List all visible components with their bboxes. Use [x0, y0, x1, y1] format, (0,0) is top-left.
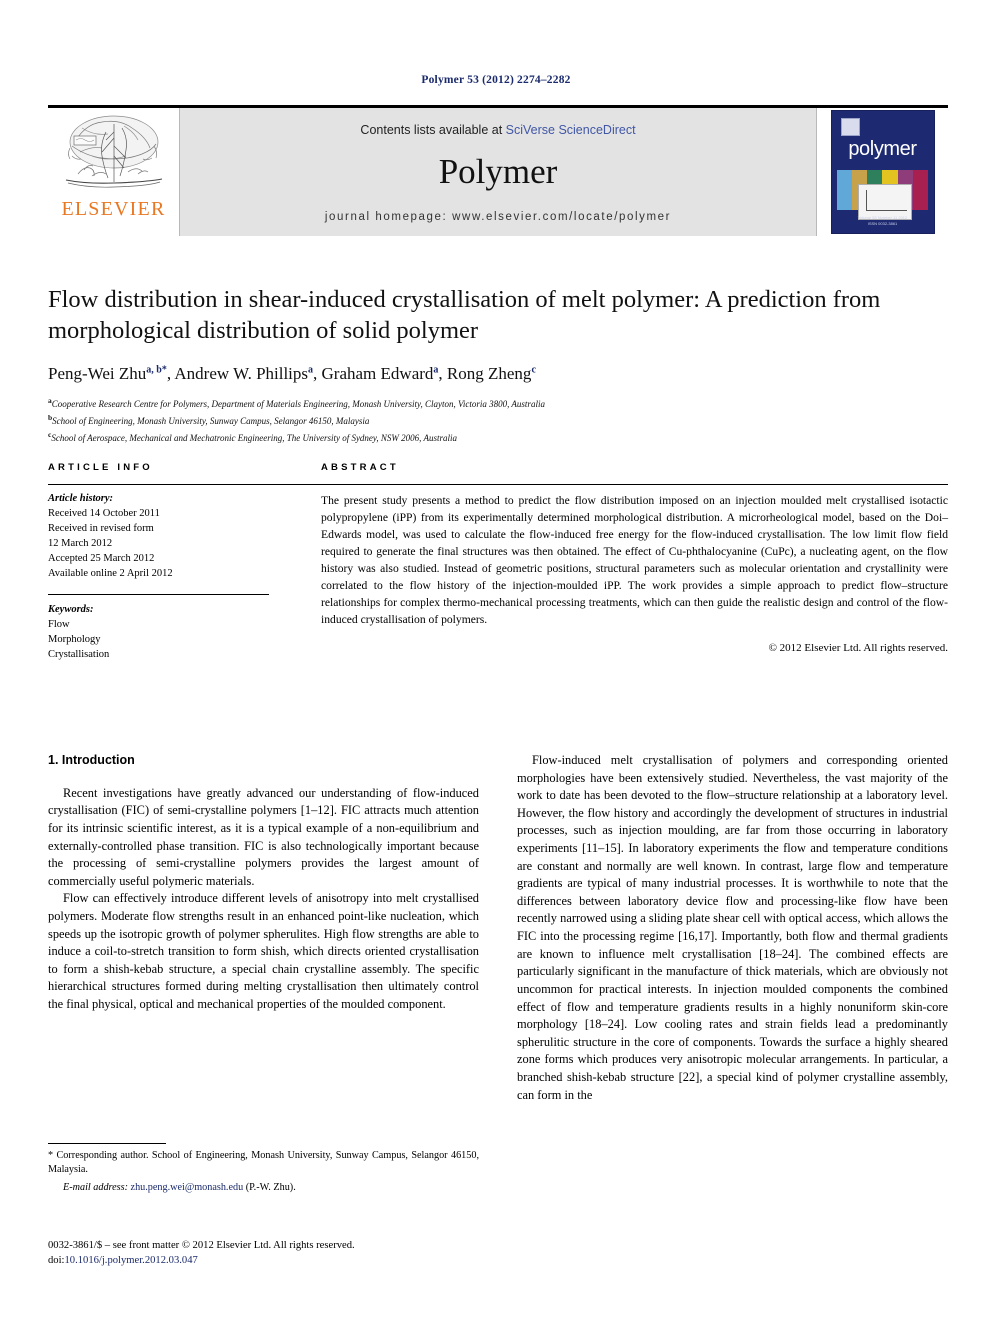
article-info-heading: ARTICLE INFO	[48, 462, 153, 473]
abstract-copyright: © 2012 Elsevier Ltd. All rights reserved…	[768, 642, 948, 655]
keywords-label: Keywords:	[48, 604, 94, 616]
cover-publisher-badge	[840, 118, 860, 136]
journal-homepage-link[interactable]: journal homepage: www.elsevier.com/locat…	[325, 211, 671, 223]
email-label: E-mail address:	[63, 1181, 128, 1193]
footnote-marker: *	[48, 1150, 54, 1161]
history-item: 12 March 2012	[48, 537, 113, 549]
section-heading-introduction: 1. Introduction	[48, 753, 135, 767]
author-name: Rong Zheng	[446, 363, 532, 383]
abstract-heading: ABSTRACT	[321, 462, 399, 473]
keyword-item: Flow	[48, 619, 70, 631]
cover-swatch	[836, 170, 852, 210]
doi-label: doi:	[48, 1255, 65, 1267]
info-abstract-body: Article history: Received 14 October 201…	[48, 484, 948, 663]
history-item: Accepted 25 March 2012	[48, 552, 155, 564]
contents-available-line: Contents lists available at SciVerse Sci…	[360, 123, 635, 137]
body-column-left: 1. Introduction Recent investigations ha…	[48, 752, 479, 1104]
doi-link[interactable]: 10.1016/j.polymer.2012.03.047	[64, 1255, 197, 1266]
corresponding-author-mark: *	[161, 364, 167, 376]
history-item: Received 14 October 2011	[48, 507, 160, 519]
info-abstract-block: ARTICLE INFO ABSTRACT Article history: R…	[48, 462, 948, 663]
page-footer: 0032-3861/$ – see front matter © 2012 El…	[48, 1238, 548, 1269]
footnote-divider	[48, 1143, 166, 1144]
page-title: Flow distribution in shear-induced cryst…	[48, 286, 881, 344]
contents-prefix: Contents lists available at	[360, 123, 506, 137]
affiliation-item: aCooperative Research Centre for Polymer…	[48, 395, 948, 412]
journal-cover-thumbnail: polymer Volume 53 Number 11 2012 ISSN 00…	[817, 108, 948, 236]
author-list: Peng-Wei Zhua, b*, Andrew W. Phillipsa, …	[48, 363, 536, 383]
author-affiliation-mark: c	[531, 364, 536, 376]
affiliation-text: School of Engineering, Monash University…	[52, 415, 370, 426]
running-head: Polymer 53 (2012) 2274–2282	[421, 74, 571, 86]
masthead-center: Contents lists available at SciVerse Sci…	[179, 108, 817, 236]
footnote-body: Corresponding author. School of Engineer…	[48, 1150, 480, 1176]
cover-issn-line: ISSN 0032-3861	[867, 221, 898, 226]
title-block: Flow distribution in shear-induced cryst…	[48, 285, 948, 446]
cover-image: polymer Volume 53 Number 11 2012 ISSN 00…	[830, 110, 935, 234]
footnote-text: * Corresponding author. School of Engine…	[48, 1149, 479, 1178]
body-column-right: Flow-induced melt crystallisation of pol…	[517, 752, 948, 1104]
cover-title: polymer	[848, 138, 917, 160]
author-affiliation-mark: a	[308, 364, 314, 376]
sciencedirect-link[interactable]: SciVerse ScienceDirect	[506, 123, 636, 137]
cover-footer: Volume 53 Number 11 2012 ISSN 0032-3861	[832, 215, 934, 227]
author-name: Graham Edward	[321, 363, 434, 383]
info-abstract-headings: ARTICLE INFO ABSTRACT	[48, 462, 948, 473]
email-link[interactable]: zhu.peng.wei@monash.edu	[131, 1182, 244, 1193]
author-name: Peng-Wei Zhu	[48, 363, 147, 383]
cover-swatch	[913, 170, 929, 210]
paragraph: Flow-induced melt crystallisation of pol…	[517, 753, 948, 1102]
abstract-text: The present study presents a method to p…	[321, 494, 948, 627]
keyword-item: Crystallisation	[48, 649, 110, 661]
keyword-item: Morphology	[48, 634, 101, 646]
affiliation-list: aCooperative Research Centre for Polymer…	[48, 395, 948, 446]
footnote-email-line: E-mail address: zhu.peng.wei@monash.edu …	[48, 1181, 479, 1195]
doi-line: doi:10.1016/j.polymer.2012.03.047	[48, 1253, 548, 1268]
history-item: Received in revised form	[48, 522, 154, 534]
elsevier-tree-icon	[65, 115, 162, 188]
affiliation-item: bSchool of Engineering, Monash Universit…	[48, 412, 948, 429]
article-history-label: Article history:	[48, 493, 114, 504]
affiliation-item: cSchool of Aerospace, Mechanical and Mec…	[48, 429, 948, 446]
history-item: Available online 2 April 2012	[48, 567, 173, 579]
author-name: Andrew W. Phillips	[174, 363, 309, 383]
affiliation-text: Cooperative Research Centre for Polymers…	[51, 398, 545, 409]
elsevier-wordmark: ELSEVIER	[61, 198, 166, 220]
article-info-column: Article history: Received 14 October 201…	[48, 484, 321, 663]
publisher-logo: ELSEVIER	[48, 108, 179, 236]
author-affiliation-mark: a	[433, 364, 439, 376]
affiliation-text: School of Aerospace, Mechanical and Mech…	[51, 432, 458, 443]
author-affiliation-mark: a, b	[146, 364, 162, 376]
paragraph: Recent investigations have greatly advan…	[48, 785, 479, 888]
journal-article-page: Polymer 53 (2012) 2274–2282 ELSEVIER Con…	[0, 0, 992, 1323]
abstract-column: The present study presents a method to p…	[321, 484, 948, 663]
body-columns: 1. Introduction Recent investigations ha…	[48, 752, 948, 1104]
email-suffix: (P.-W. Zhu).	[245, 1181, 296, 1193]
paragraph: Flow can effectively introduce different…	[48, 891, 479, 1012]
corresponding-author-footnote: * Corresponding author. School of Engine…	[48, 1143, 479, 1195]
issn-copyright-line: 0032-3861/$ – see front matter © 2012 El…	[48, 1240, 355, 1251]
journal-title: Polymer	[438, 152, 558, 191]
info-divider	[48, 594, 269, 596]
journal-masthead: ELSEVIER Contents lists available at Sci…	[48, 105, 948, 236]
